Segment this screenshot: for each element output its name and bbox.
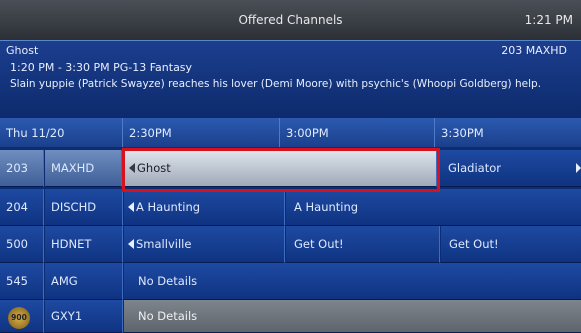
gold-seal-logo: 900 — [8, 307, 30, 329]
program-cell[interactable]: Smallville — [124, 226, 285, 263]
program-title: No Details — [138, 309, 198, 323]
program-cell[interactable]: No Details — [124, 300, 581, 333]
time-slot-label: 2:30PM — [129, 126, 172, 140]
grid-date: Thu 11/20 — [6, 126, 65, 140]
program-cell[interactable]: Get Out! — [286, 226, 440, 263]
channel-name-cell[interactable]: AMG — [45, 263, 123, 300]
time-slot-label: 3:00PM — [286, 126, 329, 140]
program-cell[interactable]: A Haunting — [286, 189, 581, 226]
info-description: Slain yuppie (Patrick Swayze) reaches hi… — [10, 78, 542, 90]
selection-outline — [122, 148, 440, 192]
program-cell[interactable]: Get Out! — [441, 226, 581, 263]
program-title: No Details — [138, 274, 198, 288]
info-channel: 203 MAXHD — [501, 44, 567, 57]
program-cell[interactable]: No Details — [124, 263, 581, 300]
info-meta: 1:20 PM - 3:30 PM PG-13 Fantasy — [10, 61, 193, 74]
channel-name: GXY1 — [51, 309, 83, 323]
clock: 1:21 PM — [524, 13, 573, 27]
channel-number-cell[interactable]: 545 — [0, 263, 44, 300]
channel-number: 545 — [6, 274, 28, 288]
channel-number: 500 — [6, 237, 28, 251]
channel-name: AMG — [51, 274, 78, 288]
channel-number-cell[interactable]: 203 — [0, 150, 44, 187]
triangle-right-icon — [576, 163, 581, 173]
time-slot-label: 3:30PM — [441, 126, 484, 140]
info-program-title: Ghost — [6, 44, 39, 57]
channel-name-cell[interactable]: GXY1 — [45, 300, 123, 333]
program-title: Get Out! — [294, 237, 344, 251]
time-slot-header: 2:30PM — [123, 118, 280, 147]
logo-channel-number: 900 — [11, 313, 27, 322]
grid-date-header: Thu 11/20 — [0, 118, 123, 147]
page-title: Offered Channels — [238, 13, 343, 27]
time-slot-header: 3:00PM — [280, 118, 435, 147]
channel-number: 203 — [6, 161, 28, 175]
program-title: A Haunting — [136, 200, 201, 214]
title-bar: Offered Channels 1:21 PM — [0, 0, 581, 40]
channel-number-cell[interactable]: 204 — [0, 189, 44, 226]
channel-name-cell[interactable]: DISCHD — [45, 189, 123, 226]
channel-number-cell[interactable]: 500 — [0, 226, 44, 263]
program-title: Gladiator — [448, 161, 501, 175]
program-title: Get Out! — [449, 237, 499, 251]
channel-name: MAXHD — [51, 161, 95, 175]
channel-number: 204 — [6, 200, 28, 214]
triangle-left-icon — [128, 202, 134, 212]
time-slot-header: 3:30PM — [435, 118, 581, 147]
program-cell[interactable]: A Haunting — [124, 189, 285, 226]
channel-name-cell[interactable]: HDNET — [45, 226, 123, 263]
program-cell[interactable]: Gladiator — [437, 150, 581, 187]
program-title: Smallville — [136, 237, 192, 251]
program-title: A Haunting — [294, 200, 359, 214]
program-info-panel: Ghost 203 MAXHD 1:20 PM - 3:30 PM PG-13 … — [0, 40, 581, 119]
channel-name: DISCHD — [51, 200, 97, 214]
triangle-left-icon — [128, 239, 134, 249]
channel-name: HDNET — [51, 237, 92, 251]
channel-name-cell[interactable]: MAXHD — [45, 150, 122, 187]
